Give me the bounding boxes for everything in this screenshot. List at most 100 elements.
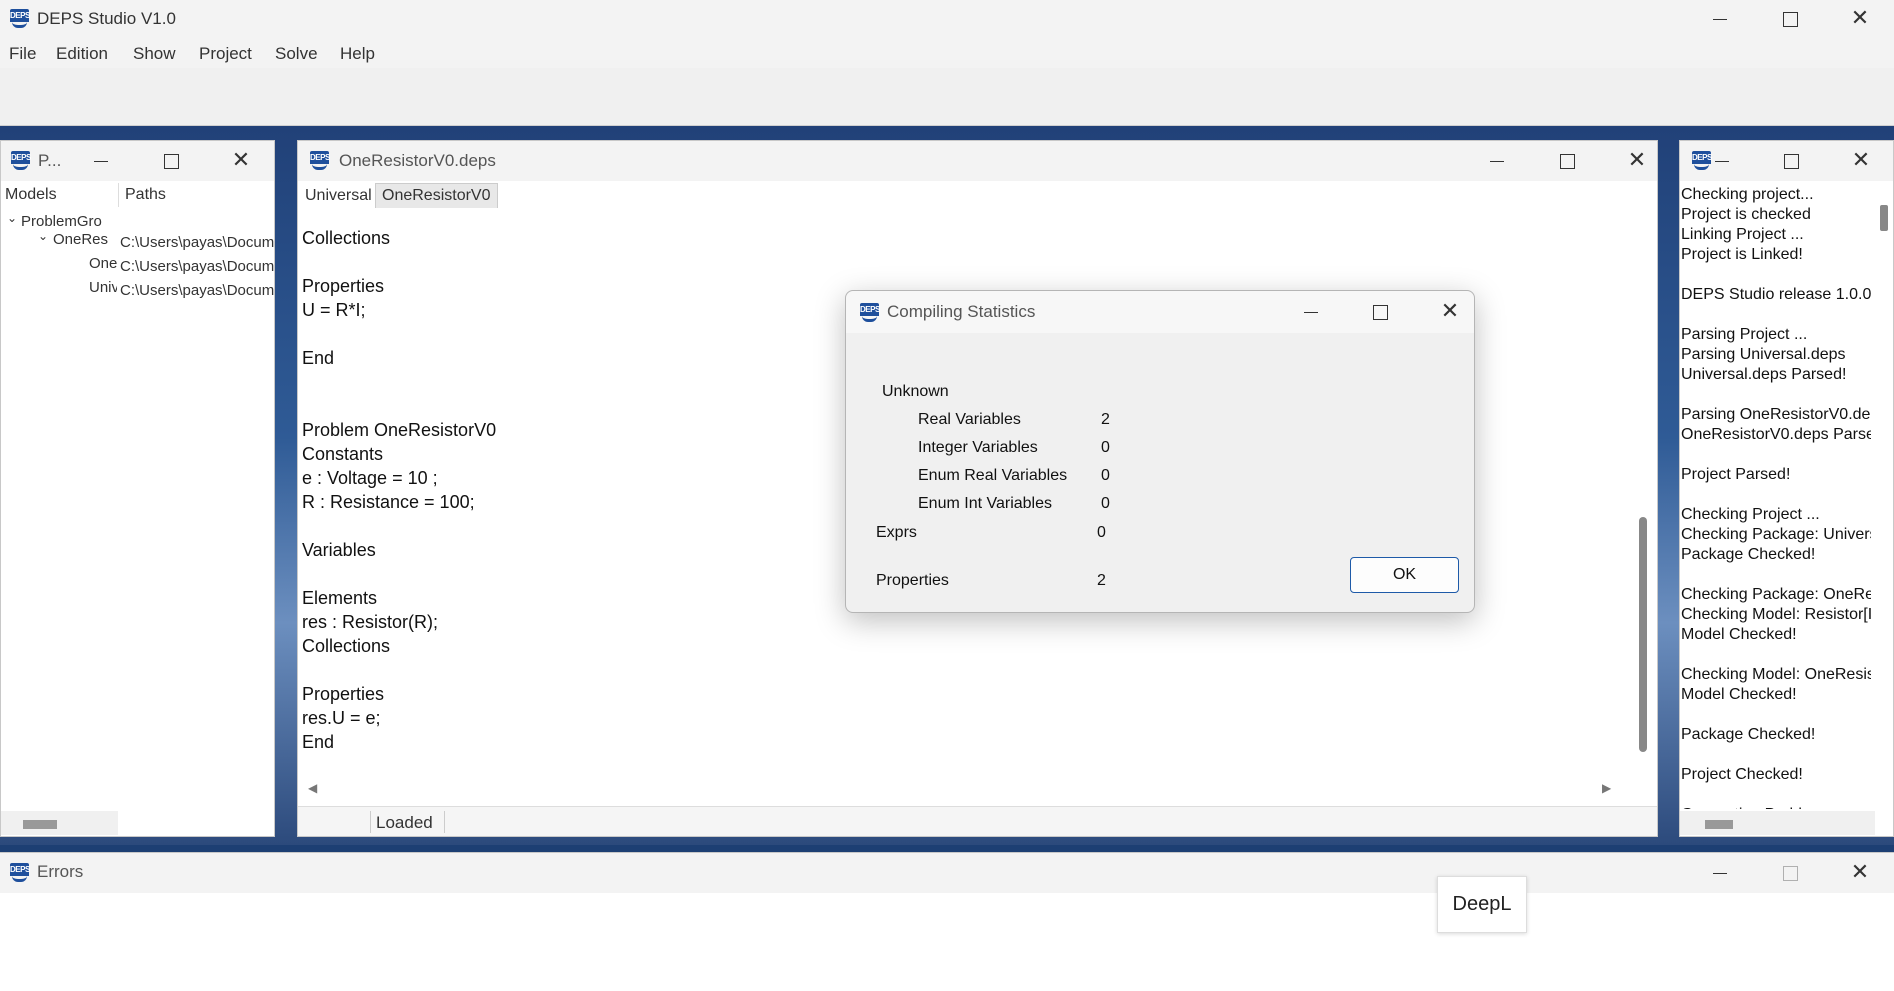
code-line: res : Resistor(R);: [302, 612, 439, 632]
menu-show[interactable]: Show: [133, 44, 176, 64]
editor-title: OneResistorV0.deps: [339, 151, 496, 170]
maximize-icon: [1778, 861, 1802, 885]
menu-edition[interactable]: Edition: [56, 44, 108, 64]
stat-value: 0: [1101, 439, 1110, 456]
log-line: Model Checked!: [1681, 686, 1797, 703]
stat-value: 2: [1101, 411, 1110, 428]
log-line: Project is Linked!: [1681, 246, 1803, 263]
tree-item[interactable]: ProblemGro: [21, 213, 102, 230]
close-icon[interactable]: ✕: [229, 149, 253, 173]
maximize-icon[interactable]: [1555, 149, 1579, 173]
tab-label: OneResistorV0: [382, 187, 491, 204]
vertical-scrollbar[interactable]: [1632, 217, 1654, 787]
minimize-icon[interactable]: [1710, 149, 1734, 173]
maximize-icon[interactable]: [1779, 149, 1803, 173]
properties-value: 2: [1097, 572, 1106, 589]
close-icon[interactable]: ✕: [1438, 300, 1462, 324]
close-icon[interactable]: ✕: [1848, 861, 1872, 885]
app-title: DEPS Studio V1.0: [37, 9, 176, 28]
minimize-icon[interactable]: [1299, 300, 1323, 324]
deps-logo-icon: DEPS: [310, 151, 330, 170]
tree-view: ⌄ ProblemGro ⌄ OneRes C:\Users\payas\Doc…: [1, 209, 274, 409]
tree-item[interactable]: OneRes: [53, 231, 117, 248]
editor-tab-bar: Universal OneResistorV0: [298, 183, 1657, 208]
deepl-tooltip[interactable]: DeepL: [1437, 876, 1527, 933]
column-models[interactable]: Models: [5, 186, 57, 204]
maximize-icon[interactable]: [159, 149, 183, 173]
scrollbar-thumb[interactable]: [23, 820, 57, 829]
menu-project[interactable]: Project: [199, 44, 252, 64]
scrollbar-thumb[interactable]: [1705, 820, 1733, 829]
log-line: DEPS Studio release 1.0.0: [1681, 286, 1871, 303]
status-bar: Loaded: [298, 806, 1657, 836]
editor-titlebar: DEPS OneResistorV0.deps ✕: [298, 141, 1657, 181]
log-line: Package Checked!: [1681, 546, 1816, 563]
menu-help[interactable]: Help: [340, 44, 375, 64]
menu-bar: File Edition Show Project Solve Help: [0, 40, 1894, 68]
horizontal-scrollbar[interactable]: [1680, 811, 1875, 835]
tree-item[interactable]: Univ: [89, 279, 117, 296]
tab-oneresistorv0[interactable]: OneResistorV0: [375, 183, 498, 208]
maximize-icon[interactable]: [1368, 300, 1392, 324]
deps-logo-icon: DEPS: [10, 9, 30, 28]
code-line: res.U = e;: [302, 708, 381, 728]
close-icon[interactable]: ✕: [1625, 149, 1649, 173]
tab-universal[interactable]: Universal: [303, 185, 374, 208]
maximize-icon[interactable]: [1778, 7, 1802, 31]
menu-file[interactable]: File: [9, 44, 36, 64]
vertical-scrollbar[interactable]: [1873, 183, 1893, 809]
scroll-left-icon[interactable]: ◀: [308, 781, 317, 795]
status-divider: [370, 811, 371, 833]
compiling-statistics-dialog: DEPS Compiling Statistics ✕ Unknown Real…: [845, 290, 1475, 613]
tab-label: Universal: [305, 187, 372, 204]
minimize-icon[interactable]: [1485, 149, 1509, 173]
scrollbar-thumb[interactable]: [1639, 517, 1647, 752]
status-divider: [444, 811, 445, 833]
deepl-label: DeepL: [1452, 893, 1512, 915]
stat-value: 0: [1101, 495, 1110, 512]
code-line: Collections: [302, 636, 391, 656]
close-icon[interactable]: ✕: [1848, 7, 1872, 31]
expand-chevron-icon[interactable]: ⌄: [7, 211, 17, 225]
minimize-icon[interactable]: [1708, 7, 1732, 31]
tree-path: C:\Users\payas\Docum: [120, 234, 274, 251]
code-line: Properties: [302, 684, 385, 704]
close-icon[interactable]: ✕: [1849, 149, 1873, 173]
scrollbar-thumb[interactable]: [1880, 205, 1888, 231]
column-paths[interactable]: Paths: [125, 186, 166, 204]
tree-item[interactable]: One: [89, 255, 117, 272]
minimize-icon[interactable]: [1708, 861, 1732, 885]
status-text: Loaded: [376, 813, 433, 832]
stat-label: Real Variables: [918, 411, 1021, 428]
horizontal-scrollbar[interactable]: ◀ ▶: [306, 781, 1616, 797]
log-line: Parsing Project ...: [1681, 326, 1808, 343]
scroll-right-icon[interactable]: ▶: [1602, 781, 1611, 795]
properties-label: Properties: [876, 572, 949, 589]
errors-titlebar: DEPS Errors ✕: [0, 853, 1894, 893]
ok-button[interactable]: OK: [1350, 557, 1459, 593]
log-line: Package Checked!: [1681, 726, 1816, 743]
horizontal-scrollbar[interactable]: [1, 811, 118, 835]
log-panel: DEPS ✕ Checking project... Project is che…: [1679, 140, 1894, 837]
log-line: Checking Package: OneRe: [1681, 586, 1871, 603]
menu-solve[interactable]: Solve: [275, 44, 318, 64]
deps-logo-icon: DEPS: [1692, 151, 1712, 170]
stat-label: Enum Int Variables: [918, 495, 1052, 512]
stat-value: 0: [1101, 467, 1110, 484]
minimize-icon[interactable]: [89, 149, 113, 173]
log-line: Checking Package: Univers: [1681, 526, 1871, 543]
expand-chevron-icon[interactable]: ⌄: [38, 229, 48, 243]
log-line: Checking project...: [1681, 186, 1814, 203]
log-line: Generating Problem: [1681, 805, 1871, 809]
log-titlebar: DEPS ✕: [1680, 141, 1893, 181]
column-divider[interactable]: [118, 183, 119, 207]
